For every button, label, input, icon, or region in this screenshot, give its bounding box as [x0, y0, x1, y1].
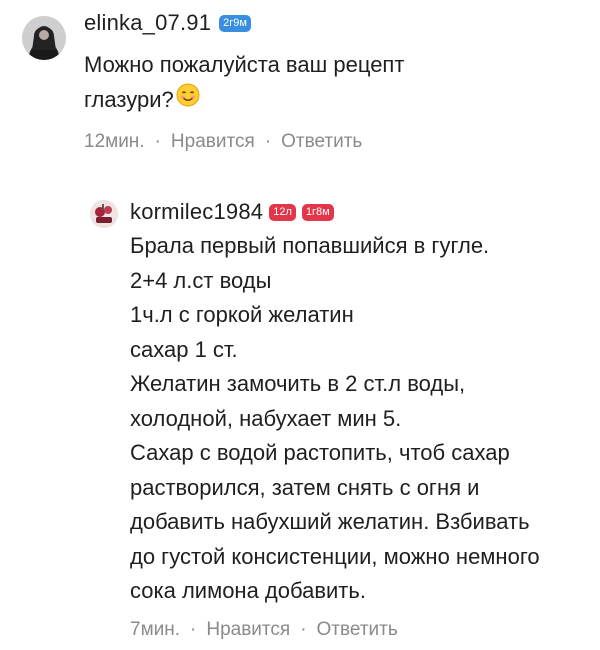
comment-header: kormilec1984 12л 1г8м	[130, 199, 334, 225]
comment-line: Сахар с водой растопить, чтоб сахар	[130, 440, 510, 465]
comment-line-text: глазури?	[84, 86, 174, 112]
comment-line: Можно пожалуйста ваш рецепт	[84, 52, 405, 77]
comment-meta: 12мин. · Нравится · Ответить	[84, 131, 362, 153]
comment-line: 1ч.л с горкой желатин	[130, 302, 354, 327]
like-button[interactable]: Нравится	[171, 131, 255, 153]
comment-line: добавить набухший желатин. Взбивать	[130, 509, 530, 534]
comment-text: Можно пожалуйста ваш рецепт глазури?	[84, 48, 404, 118]
separator-dot: ·	[154, 131, 161, 152]
avatar[interactable]	[90, 200, 118, 228]
comment-elinka: elinka_07.91 2г9м Можно пожалуйста ваш р…	[0, 0, 600, 170]
reply-button[interactable]: Ответить	[281, 131, 362, 153]
comment-kormilec: kormilec1984 12л 1г8м Брала первый попав…	[0, 185, 600, 650]
username[interactable]: kormilec1984	[130, 199, 263, 225]
account-age-badge: 1г8м	[301, 203, 334, 221]
comment-meta: 7мин. · Нравится · Ответить	[130, 619, 398, 641]
smiling-face-icon	[176, 83, 200, 118]
separator-dot: ·	[300, 619, 307, 640]
separator-dot: ·	[264, 131, 272, 152]
level-badge: 12л	[269, 203, 296, 221]
comment-timestamp: 12мин.	[84, 131, 145, 152]
comment-line: сахар 1 ст.	[130, 336, 238, 362]
comment-line: растворился, затем снять с огня и	[130, 474, 480, 500]
comment-line: сока лимона добавить.	[130, 578, 366, 603]
comment-text: Брала первый попавшийся в гугле. 2+4 л.с…	[130, 229, 540, 609]
comment-line: до густой консистенции, можно немного	[130, 543, 540, 569]
username[interactable]: elinka_07.91	[84, 10, 211, 36]
reply-button[interactable]: Ответить	[317, 619, 398, 641]
like-button[interactable]: Нравится	[206, 619, 290, 641]
avatar-image	[90, 200, 118, 228]
comment-line: глазури?	[84, 83, 404, 118]
comment-line: Брала первый попавшийся в гугле.	[130, 233, 490, 258]
comment-line: 2+4 л.ст воды	[130, 267, 272, 293]
comment-header: elinka_07.91 2г9м	[84, 10, 251, 36]
comment-line: холодной, набухает мин 5.	[130, 405, 402, 431]
separator-dot: ·	[190, 619, 197, 640]
avatar-image	[22, 16, 66, 60]
comment-line: Желатин замочить в 2 ст.л воды,	[130, 371, 466, 396]
comment-timestamp: 7мин.	[130, 619, 181, 640]
avatar[interactable]	[22, 16, 66, 60]
account-age-badge: 2г9м	[219, 14, 251, 32]
